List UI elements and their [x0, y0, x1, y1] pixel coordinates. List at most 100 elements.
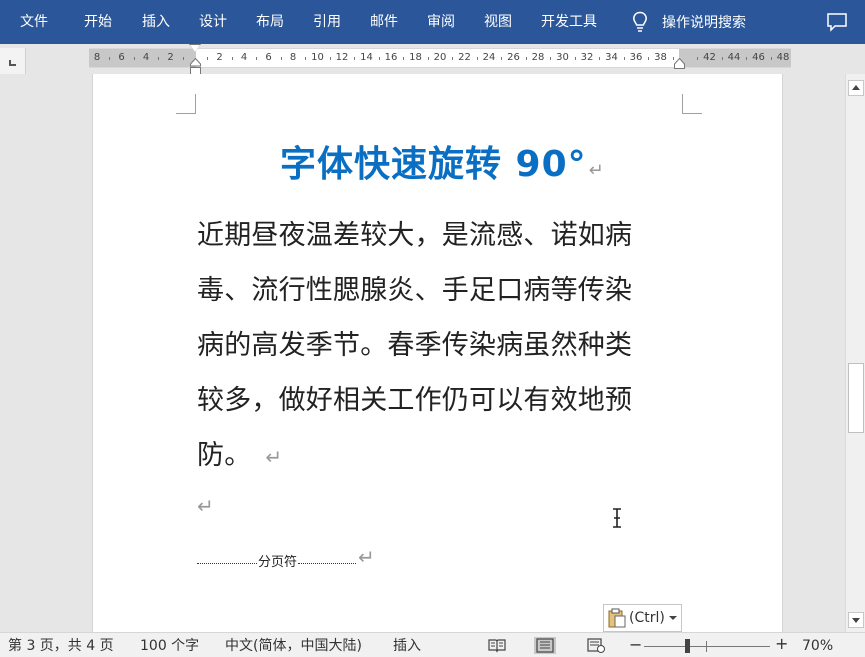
page-count[interactable]: 第 3 页，共 4 页	[8, 638, 114, 654]
ruler-tick	[721, 57, 723, 60]
ruler-number: 2	[167, 52, 174, 63]
insert-mode[interactable]: 插入	[393, 638, 421, 654]
ruler-number: 4	[240, 52, 248, 63]
zoom-in-button[interactable]: +	[775, 636, 788, 652]
zoom-slider-thumb[interactable]	[685, 639, 690, 653]
ruler-number: 22	[458, 52, 471, 63]
title-text: 字体快速旋转 90°	[280, 144, 587, 185]
tab-layout[interactable]: 布局	[256, 13, 284, 31]
zoom-level[interactable]: 70%	[802, 638, 833, 654]
ruler-number: 34	[605, 52, 618, 63]
ruler-tick	[256, 57, 258, 60]
chevron-down-icon	[668, 616, 677, 620]
body-line: 较多，做好相关工作仍可以有效地预	[197, 385, 633, 416]
ruler-number: 46	[752, 52, 765, 63]
crop-mark-top-right	[682, 94, 702, 114]
ruler-number: 36	[629, 52, 643, 63]
body-line-text: 防。	[197, 440, 252, 471]
empty-paragraph: ↵	[197, 494, 214, 518]
zoom-slider[interactable]	[644, 646, 770, 647]
zoom-out-button[interactable]: −	[629, 637, 642, 653]
paragraph-mark: ↵	[265, 445, 283, 469]
document-title: 字体快速旋转 90° ↵	[280, 136, 604, 186]
left-tab-icon	[9, 60, 16, 66]
ruler-tick	[133, 57, 135, 60]
tab-view[interactable]: 视图	[484, 13, 512, 31]
ruler-number: 2	[216, 52, 223, 63]
ruler-number: 16	[384, 52, 398, 63]
language-status[interactable]: 中文(简体，中国大陆)	[225, 638, 362, 654]
ruler-number: 8	[289, 52, 297, 63]
word-window: 文件 开始 插入 设计 布局 引用 邮件 审阅 视图 开发工具 操作说明搜索 8…	[0, 0, 865, 657]
tab-review[interactable]: 审阅	[427, 13, 455, 31]
ruler-tick	[770, 57, 772, 60]
paragraph-mark: ↵	[358, 545, 375, 569]
ruler-number: 14	[360, 52, 373, 63]
scroll-thumb[interactable]	[848, 363, 864, 433]
first-line-indent-marker[interactable]	[190, 45, 200, 52]
right-indent-marker[interactable]	[674, 58, 685, 69]
ruler-tick	[427, 57, 429, 60]
ruler-number: 32	[580, 52, 594, 63]
ruler-number: 18	[409, 52, 422, 63]
ruler-number: 24	[482, 52, 496, 63]
ruler-tick	[329, 57, 331, 60]
tab-references[interactable]: 引用	[313, 13, 341, 31]
ruler-number: 6	[118, 52, 125, 63]
body-line-last: 防。 ↵	[197, 432, 687, 487]
ruler-tick	[280, 57, 282, 60]
lightbulb-icon	[632, 11, 648, 33]
tab-selector[interactable]	[0, 48, 26, 74]
ruler-tick	[599, 57, 601, 60]
ruler-tick	[697, 57, 699, 60]
ruler-tick	[403, 57, 405, 60]
tell-me-label: 操作说明搜索	[662, 15, 746, 31]
ruler-tick	[158, 57, 160, 60]
vertical-scrollbar[interactable]	[845, 74, 865, 632]
word-count[interactable]: 100 个字	[140, 638, 199, 654]
ruler-tick	[574, 57, 576, 60]
page-break: 分页符 ↵	[197, 545, 497, 572]
scroll-down-button[interactable]	[848, 612, 864, 628]
ribbon-tab-bar: 文件 开始 插入 设计 布局 引用 邮件 审阅 视图 开发工具 操作说明搜索	[0, 0, 865, 44]
ruler-tick	[378, 57, 380, 60]
tab-insert[interactable]: 插入	[142, 13, 170, 31]
ruler-tick	[305, 57, 307, 60]
tab-developer[interactable]: 开发工具	[541, 13, 597, 31]
ruler-tick	[231, 57, 233, 60]
print-layout-icon[interactable]	[534, 637, 556, 654]
tab-home[interactable]: 开始	[84, 13, 112, 31]
status-bar: 第 3 页，共 4 页 100 个字 中文(简体，中国大陆) 插入 − + 70…	[0, 632, 865, 657]
comment-icon[interactable]	[826, 12, 848, 32]
paste-options-label: (Ctrl)	[629, 610, 665, 626]
ruler-number: 4	[142, 52, 150, 63]
text-cursor-icon	[613, 508, 621, 528]
scroll-up-button[interactable]	[848, 80, 864, 96]
tell-me-search[interactable]: 操作说明搜索	[632, 11, 746, 33]
read-mode-icon[interactable]	[486, 637, 508, 654]
tab-design[interactable]: 设计	[199, 13, 227, 31]
body-line: 病的高发季节。春季传染病虽然种类	[197, 330, 633, 361]
ruler-number: 26	[507, 52, 520, 63]
body-line: 毒、流行性腮腺炎、手足口病等传染	[197, 275, 633, 306]
paragraph-mark: ↵	[197, 494, 214, 518]
hanging-indent-marker[interactable]	[190, 58, 201, 75]
ruler-tick	[182, 57, 184, 60]
web-layout-icon[interactable]	[586, 637, 608, 654]
ruler-number: 44	[727, 52, 741, 63]
ruler-number: 38	[654, 52, 667, 63]
ruler-tick	[746, 57, 748, 60]
paste-options-button[interactable]: (Ctrl)	[603, 604, 682, 632]
ruler-tick	[501, 57, 503, 60]
ruler-number: 48	[776, 52, 790, 63]
ruler-tick	[476, 57, 478, 60]
page-break-line-left	[197, 562, 257, 564]
ruler-number: 12	[335, 52, 349, 63]
tab-mailings[interactable]: 邮件	[370, 13, 398, 31]
ruler-number: 30	[556, 52, 569, 63]
ruler-tick	[109, 57, 111, 60]
paragraph-mark: ↵	[588, 159, 604, 181]
document-area: 字体快速旋转 90° ↵ 近期昼夜温差较大，是流感、诺如病 毒、流行性腮腺炎、手…	[0, 74, 845, 632]
tab-file[interactable]: 文件	[20, 13, 48, 31]
document-page[interactable]: 字体快速旋转 90° ↵ 近期昼夜温差较大，是流感、诺如病 毒、流行性腮腺炎、手…	[92, 74, 783, 632]
